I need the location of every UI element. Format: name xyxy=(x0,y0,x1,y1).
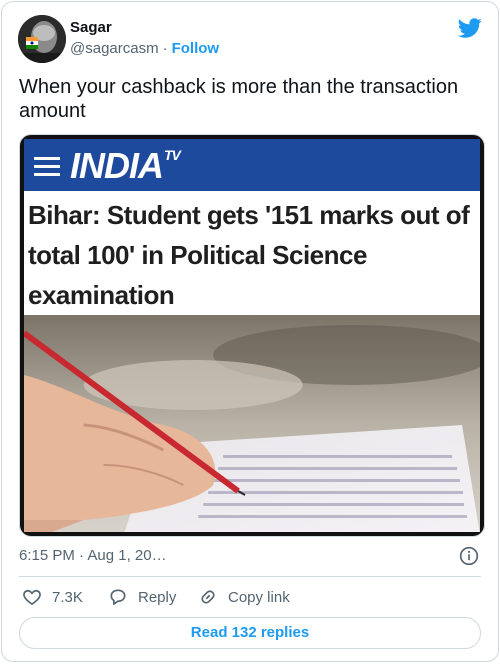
like-count: 7.3K xyxy=(52,588,83,606)
read-replies-button[interactable]: Read 132 replies xyxy=(19,617,481,649)
news-header-bar: INDIATV xyxy=(24,139,480,191)
copy-link-label: Copy link xyxy=(228,588,290,606)
news-screenshot: INDIATV Bihar: Student gets '151 marks o… xyxy=(24,139,480,532)
author-handle[interactable]: @sagarcasm xyxy=(70,40,159,57)
like-button[interactable]: 7.3K xyxy=(22,586,83,608)
info-icon[interactable] xyxy=(459,546,479,566)
author-handle-row: @sagarcasm · Follow xyxy=(70,40,219,57)
tweet-text: When your cashback is more than the tran… xyxy=(19,76,459,122)
tweet-card: Sagar @sagarcasm · Follow When your cashba… xyxy=(1,1,499,662)
avatar[interactable] xyxy=(18,15,66,63)
divider xyxy=(19,576,481,577)
tweet-timestamp[interactable]: 6:15 PM · Aug 1, 20… xyxy=(19,547,167,564)
link-icon xyxy=(201,590,215,604)
twitter-bird-icon[interactable] xyxy=(458,16,482,40)
author-name[interactable]: Sagar xyxy=(70,19,112,36)
heart-icon xyxy=(23,589,41,606)
exam-photo xyxy=(24,315,480,532)
reply-label: Reply xyxy=(138,588,177,606)
hamburger-icon xyxy=(34,157,60,177)
news-headline: Bihar: Student gets '151 marks out of to… xyxy=(28,200,470,310)
tweet-media[interactable]: INDIATV Bihar: Student gets '151 marks o… xyxy=(19,134,485,537)
reply-button[interactable]: Reply xyxy=(108,586,176,608)
copy-link-button[interactable]: Copy link xyxy=(198,586,290,608)
reply-bubble-icon xyxy=(110,589,126,605)
separator-dot: · xyxy=(162,40,168,57)
news-brand-logo: INDIATV xyxy=(70,145,181,186)
follow-button[interactable]: Follow xyxy=(172,40,220,57)
